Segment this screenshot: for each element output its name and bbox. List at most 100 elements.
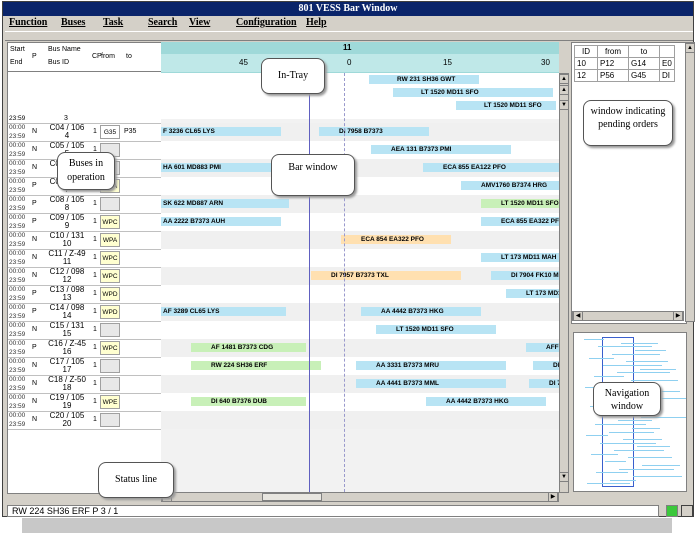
bus-assignment-bar[interactable]: AA 4441 B7373 MML [356,379,506,388]
order-row[interactable]: 10 P12 G14 E0 [574,57,675,70]
bus-row[interactable]: 00:00 23:59 N C12 / 098 12 1 WPC [8,267,161,286]
navigation-line [621,342,658,344]
bus-row[interactable]: 00:00 23:59 P C08 / 105 8 1 [8,195,161,214]
orders-horizontal-scrollbar[interactable]: ◀ ▶ [572,311,684,321]
navigation-line [596,472,628,474]
in-tray-bar[interactable]: LT 1520 MD11 SFO [456,101,556,110]
menu-configuration[interactable]: Configuration [236,16,297,30]
row-from: WPC [100,251,120,265]
orders-header-row: ID from to [574,45,675,58]
resize-grip[interactable] [681,505,693,517]
row-start-time: 00:00 [9,250,26,257]
bus-assignment-bar[interactable]: ECA 855 EA322 PFO [481,217,559,226]
header-bus-id: Bus ID [48,59,70,66]
bus-assignment-bar[interactable]: DI 640 B7376 DUB [191,397,306,406]
row-start-time: 00:00 [9,376,26,383]
bus-assignment-bar[interactable]: LT 173 MD11 MAH [481,253,559,262]
order-extra: DI [659,69,675,82]
bus-row[interactable]: 00:00 23:59 N C11 / Z-49 11 1 WPC [8,249,161,268]
menu-view[interactable]: View [189,16,210,30]
scroll-up-button[interactable]: ▲ [559,74,569,84]
bus-assignment-bar[interactable]: AF 3289 CL65 LYS [161,307,286,316]
bus-assignment-bar[interactable]: ECA 854 EA322 PFO [341,235,451,244]
orders-scroll-up[interactable]: ▲ [685,43,695,53]
row-start-time: 00:00 [9,358,26,365]
bus-assignment-bar[interactable]: RW 224 SH36 ERF [191,361,321,370]
time-axis-band [161,54,559,72]
navigation-line [626,361,668,363]
bus-assignment-bar[interactable]: DI 3249 [533,361,559,370]
bus-row[interactable]: 00:00 23:59 N C20 / 105 20 1 [8,411,161,430]
in-tray-bar[interactable]: LT 1520 MD11 SFO [393,88,553,97]
header-end: End [10,59,23,66]
navigation-line [618,420,652,422]
orders-vertical-scrollbar[interactable]: ▲ [685,42,695,322]
bus-row[interactable]: 00:00 23:59 N C15 / 131 15 1 [8,321,161,340]
menu-help[interactable]: Help [306,16,327,30]
bus-row[interactable]: 00:00 23:59 P C13 / 098 13 1 WPD [8,285,161,304]
navigation-line [617,372,670,374]
row-end-time: 23:59 [9,169,26,176]
bus-assignment-bar[interactable]: DI 7904 [529,379,559,388]
bus-assignment-bar[interactable]: DI 7958 B7373 [319,127,429,136]
menu-buses[interactable]: Buses [61,16,85,30]
bus-row[interactable]: 00:00 23:59 N C18 / Z-50 18 1 [8,375,161,394]
bus-assignment-bar[interactable]: AEA 131 B7373 PMI [371,145,511,154]
row-end-time: 23:59 [9,349,26,356]
navigation-line [612,353,660,355]
menu-function[interactable]: Function [9,16,47,30]
bus-assignment-bar[interactable]: AA 4442 B7373 HKG [426,397,546,406]
orders-header-to: to [628,45,660,58]
scroll-down-button-2[interactable]: ▼ [559,472,569,482]
row-priority: N [32,326,38,333]
menu-task[interactable]: Task [103,16,123,30]
order-extra: E0 [659,57,675,70]
header-p: P [32,53,37,60]
row-start-time: 00:00 [9,286,26,293]
bus-assignment-bar[interactable]: AMV1760 B7374 HRG [461,181,559,190]
bus-assignment-bar[interactable]: AF 1481 B7373 CDG [191,343,306,352]
bus-assignment-bar[interactable]: LT 1520 MD11 SFO [376,325,496,334]
bus-assignment-bar[interactable]: DI 7904 FK10 MUC [491,271,559,280]
header-from: from [101,53,115,60]
toolbar-separator [5,31,693,41]
bus-row[interactable]: 00:00 23:59 P C14 / 098 14 1 WPD [8,303,161,322]
scroll-thumb[interactable] [262,493,322,501]
bus-assignment-bar[interactable]: ECA 855 EA122 PFO [423,163,559,172]
navigation-line [614,450,664,451]
bus-assignment-bar[interactable]: AA 3331 B7373 MRU [356,361,506,370]
row-cp: 1 [93,398,97,405]
orders-scroll-left[interactable]: ◀ [573,311,583,321]
row-priority: P [32,182,37,189]
bus-assignment-bar[interactable]: LT 1520 MD11 SFO [481,199,559,208]
navigation-line [635,350,666,352]
scroll-right-button[interactable]: ▶ [548,492,558,502]
bus-assignment-bar[interactable]: AFF 345 [526,343,559,352]
bus-assignment-bar[interactable]: F 3236 CL65 LYS [161,127,281,136]
time-axis-hour: 11 [343,43,352,52]
bus-assignment-bar[interactable]: DI 7957 B7373 TXL [311,271,461,280]
bar-vertical-scrollbar[interactable]: ▲ ▲ ▼ ▼ [559,73,569,493]
menu-search[interactable]: Search [148,16,177,30]
in-tray-bar[interactable]: RW 231 SH36 GWT [369,75,479,84]
row-start-time: 00:00 [9,160,26,167]
bus-row[interactable]: 00:00 23:59 N C04 / 106 4 1 G35 P35 [8,123,161,142]
bus-assignment-bar[interactable]: AA 4442 B7373 HKG [361,307,481,316]
bus-row[interactable]: 00:00 23:59 P C16 / Z-45 16 1 WPC [8,339,161,358]
navigation-line [584,339,604,340]
bus-assignment-bar[interactable]: LT 173 MD11 [506,289,559,298]
bus-row[interactable]: 00:00 23:59 N C10 / 131 10 1 WPA [8,231,161,250]
bus-row[interactable]: 00:00 23:59 N C19 / 105 19 1 WPE [8,393,161,412]
navigation-line [632,427,660,429]
bus-row[interactable]: 00:00 23:59 N C17 / 105 17 1 [8,357,161,376]
bar-horizontal-scrollbar[interactable]: ◀ ▶ [161,492,559,502]
scroll-down-button[interactable]: ▼ [559,100,569,110]
orders-scroll-right[interactable]: ▶ [673,311,683,321]
navigation-line [591,453,618,455]
bus-assignment-bar[interactable]: SK 622 MD887 ARN [161,199,289,208]
bus-assignment-bar[interactable]: AA 2222 B7373 AUH [161,217,281,226]
order-row[interactable]: 12 P56 G45 DI [574,69,675,82]
bus-row[interactable]: 00:00 23:59 P C09 / 105 9 1 WPC [8,213,161,232]
row-bus-id: 12 [62,275,72,284]
scroll-up-button-2[interactable]: ▲ [559,85,569,95]
